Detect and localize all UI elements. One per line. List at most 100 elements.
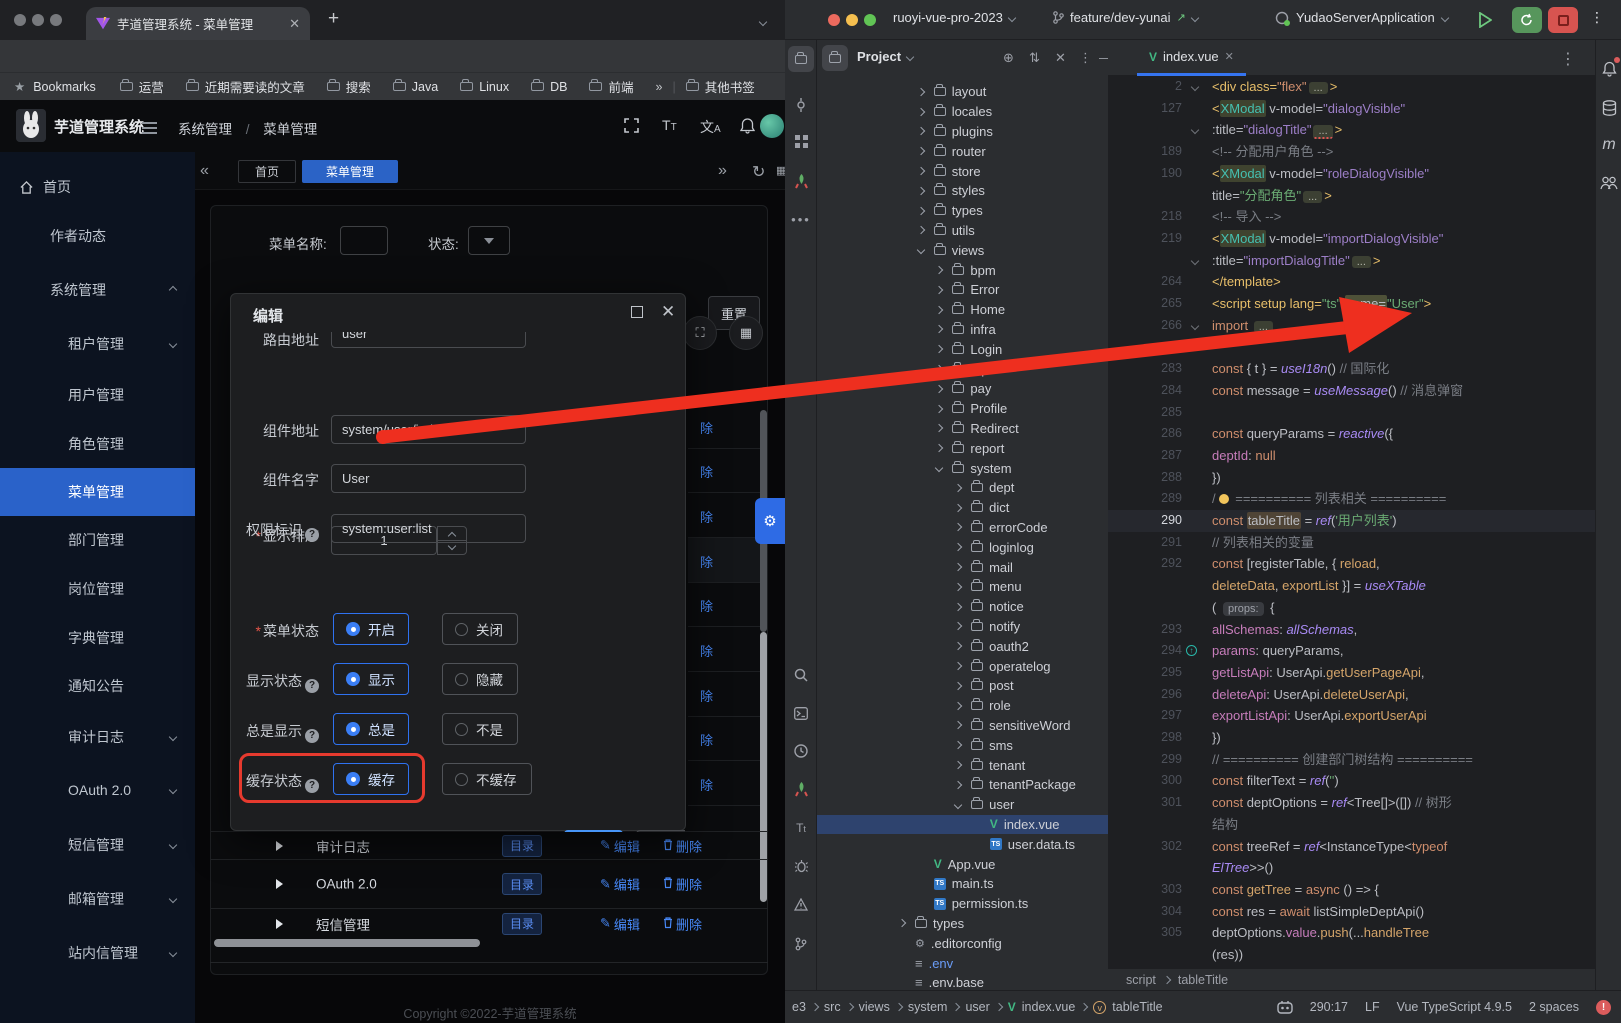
chevron-closed-icon[interactable] xyxy=(916,88,924,96)
tree-item-dict[interactable]: dict xyxy=(817,498,1108,518)
tree-item-layout[interactable]: layout xyxy=(817,82,1108,102)
tree-item-.env.base[interactable]: ≡.env.base xyxy=(817,973,1108,990)
chevron-closed-icon[interactable] xyxy=(935,286,943,294)
tree-item-Redirect[interactable]: Redirect xyxy=(817,419,1108,439)
delete-link-fragment[interactable]: 除 xyxy=(700,596,713,615)
radio-option-unselected[interactable]: 隐藏 xyxy=(442,663,518,695)
ide-minimize-button[interactable] xyxy=(846,14,858,26)
breadcrumb-tabletitle[interactable]: tableTitle xyxy=(1178,973,1228,987)
chevron-closed-icon[interactable] xyxy=(935,404,943,412)
code-line-290[interactable]: 290const tableTitle = ref('用户列表') xyxy=(1108,510,1595,532)
field-input-权限标识[interactable]: system:user:list xyxy=(331,514,526,543)
tags-refresh-icon[interactable]: ↻ xyxy=(752,162,765,182)
tree-item-mp[interactable]: mp xyxy=(817,359,1108,379)
tag-active[interactable]: 菜单管理 xyxy=(302,160,398,183)
delete-link[interactable]: 删除 xyxy=(663,914,702,933)
code-line[interactable]: 结构 xyxy=(1108,814,1595,836)
user-avatar[interactable] xyxy=(760,114,784,138)
new-tab-button[interactable]: + xyxy=(328,8,339,30)
chevron-closed-icon[interactable] xyxy=(916,107,924,115)
chevron-closed-icon[interactable] xyxy=(916,187,924,195)
code-editor[interactable]: 2<div class="flex"...>127<XModal v-model… xyxy=(1108,76,1595,968)
indent-setting[interactable]: 2 spaces xyxy=(1529,1000,1579,1014)
code-line-289[interactable]: 289/ ========== 列表相关 ========== xyxy=(1108,488,1595,510)
tree-item-main.ts[interactable]: TSmain.ts xyxy=(817,874,1108,894)
chevron-closed-icon[interactable] xyxy=(954,781,962,789)
stop-button[interactable] xyxy=(1548,7,1578,33)
font-size-icon[interactable]: TT xyxy=(662,117,677,133)
project-tool-button[interactable] xyxy=(822,45,848,71)
project-view-selector[interactable]: Project xyxy=(857,49,913,64)
tab-close-icon[interactable]: ✕ xyxy=(289,16,300,32)
delete-link-fragment[interactable]: 除 xyxy=(700,641,713,660)
tags-scroll-right-icon[interactable]: » xyxy=(718,162,727,180)
radio-option-selected[interactable]: 开启 xyxy=(333,613,409,645)
radio-option-unselected[interactable]: 不是 xyxy=(442,713,518,745)
debug-icon[interactable] xyxy=(788,853,814,879)
code-line-297[interactable]: 297 exportListApi: UserApi.exportUserApi xyxy=(1108,705,1595,727)
help-icon[interactable]: ? xyxy=(305,779,319,793)
code-line-292[interactable]: 292const [registerTable, { reload, xyxy=(1108,553,1595,575)
jrebel-console-icon[interactable] xyxy=(788,776,814,802)
tree-item-tenantPackage[interactable]: tenantPackage xyxy=(817,775,1108,795)
tree-item-styles[interactable]: styles xyxy=(817,181,1108,201)
code-line-304[interactable]: 304 const res = await listSimpleDeptApi(… xyxy=(1108,901,1595,923)
chevron-closed-icon[interactable] xyxy=(916,147,924,155)
code-line-296[interactable]: 296 deleteApi: UserApi.deleteUserApi, xyxy=(1108,684,1595,706)
tree-item-bpm[interactable]: bpm xyxy=(817,260,1108,280)
chevron-closed-icon[interactable] xyxy=(954,484,962,492)
tree-item-oauth2[interactable]: oauth2 xyxy=(817,636,1108,656)
code-line-264[interactable]: 264</template> xyxy=(1108,271,1595,293)
tree-item-role[interactable]: role xyxy=(817,696,1108,716)
radio-option-unselected[interactable]: 不缓存 xyxy=(442,763,532,795)
edit-link[interactable]: ✎编辑 xyxy=(600,875,640,894)
radio-option-selected[interactable]: 显示 xyxy=(333,663,409,695)
terminal-icon[interactable] xyxy=(788,700,814,726)
bookmark-item[interactable]: 前端 xyxy=(589,77,633,96)
other-bookmarks-folder[interactable]: 其他书签 xyxy=(686,77,755,96)
tree-item-sms[interactable]: sms xyxy=(817,735,1108,755)
chevron-closed-icon[interactable] xyxy=(954,563,962,571)
help-icon[interactable]: ? xyxy=(305,729,319,743)
tree-item-utils[interactable]: utils xyxy=(817,221,1108,241)
tree-item-user.data.ts[interactable]: TSuser.data.ts xyxy=(817,834,1108,854)
code-line-288[interactable]: 288}) xyxy=(1108,467,1595,489)
analysis-error-icon[interactable]: ! xyxy=(1596,1000,1611,1015)
bookmark-item[interactable]: Java xyxy=(393,80,438,94)
more-tools-icon[interactable]: ••• xyxy=(788,206,814,232)
rerun-button[interactable] xyxy=(1512,7,1542,33)
code-line-303[interactable]: 303const getTree = async () => { xyxy=(1108,879,1595,901)
build-robot-icon[interactable] xyxy=(1277,1000,1293,1014)
search-name-input[interactable] xyxy=(340,226,388,255)
tabbar-more-icon[interactable]: ⋮ xyxy=(1560,49,1576,69)
bookmarks-star-icon[interactable]: ★ xyxy=(14,79,25,94)
tree-item-pay[interactable]: pay xyxy=(817,379,1108,399)
code-line-299[interactable]: 299// ========== 创建部门树结构 ========== xyxy=(1108,749,1595,771)
code-line[interactable]: :title="importDialogTitle"...> xyxy=(1108,250,1595,272)
delete-link-fragment[interactable]: 除 xyxy=(700,686,713,705)
traffic-light-zoom[interactable] xyxy=(50,14,62,26)
code-line-219[interactable]: 219<XModal v-model="importDialogVisible" xyxy=(1108,228,1595,250)
caret-position[interactable]: 290:17 xyxy=(1310,1000,1348,1014)
tree-item-store[interactable]: store xyxy=(817,161,1108,181)
code-line-305[interactable]: 305 deptOptions.value.push(...handleTree xyxy=(1108,922,1595,944)
chevron-closed-icon[interactable] xyxy=(916,206,924,214)
sidebar-item-审计日志[interactable]: 审计日志 xyxy=(0,725,195,749)
chevron-open-icon[interactable] xyxy=(916,246,924,254)
code-with-me-icon[interactable] xyxy=(1597,171,1621,195)
database-tool-icon[interactable] xyxy=(1597,96,1621,120)
sidebar-item-角色管理[interactable]: 角色管理 xyxy=(0,432,195,456)
delete-link-fragment[interactable]: 除 xyxy=(700,418,713,437)
h-scrollbar-thumb[interactable] xyxy=(214,939,480,947)
bookmarks-overflow-icon[interactable]: » xyxy=(655,80,662,94)
expand-row-icon[interactable] xyxy=(276,879,283,889)
edit-link[interactable]: ✎编辑 xyxy=(600,914,640,933)
tree-item-locales[interactable]: locales xyxy=(817,102,1108,122)
help-icon[interactable]: ? xyxy=(305,528,319,542)
chevron-closed-icon[interactable] xyxy=(954,682,962,690)
file-language[interactable]: Vue TypeScript 4.9.5 xyxy=(1397,1000,1512,1014)
chevron-closed-icon[interactable] xyxy=(954,701,962,709)
sidebar-item-OAuth 2.0[interactable]: OAuth 2.0 xyxy=(0,778,195,802)
route-path-input[interactable]: user xyxy=(331,332,526,348)
bookmark-item[interactable]: 运营 xyxy=(120,77,164,96)
